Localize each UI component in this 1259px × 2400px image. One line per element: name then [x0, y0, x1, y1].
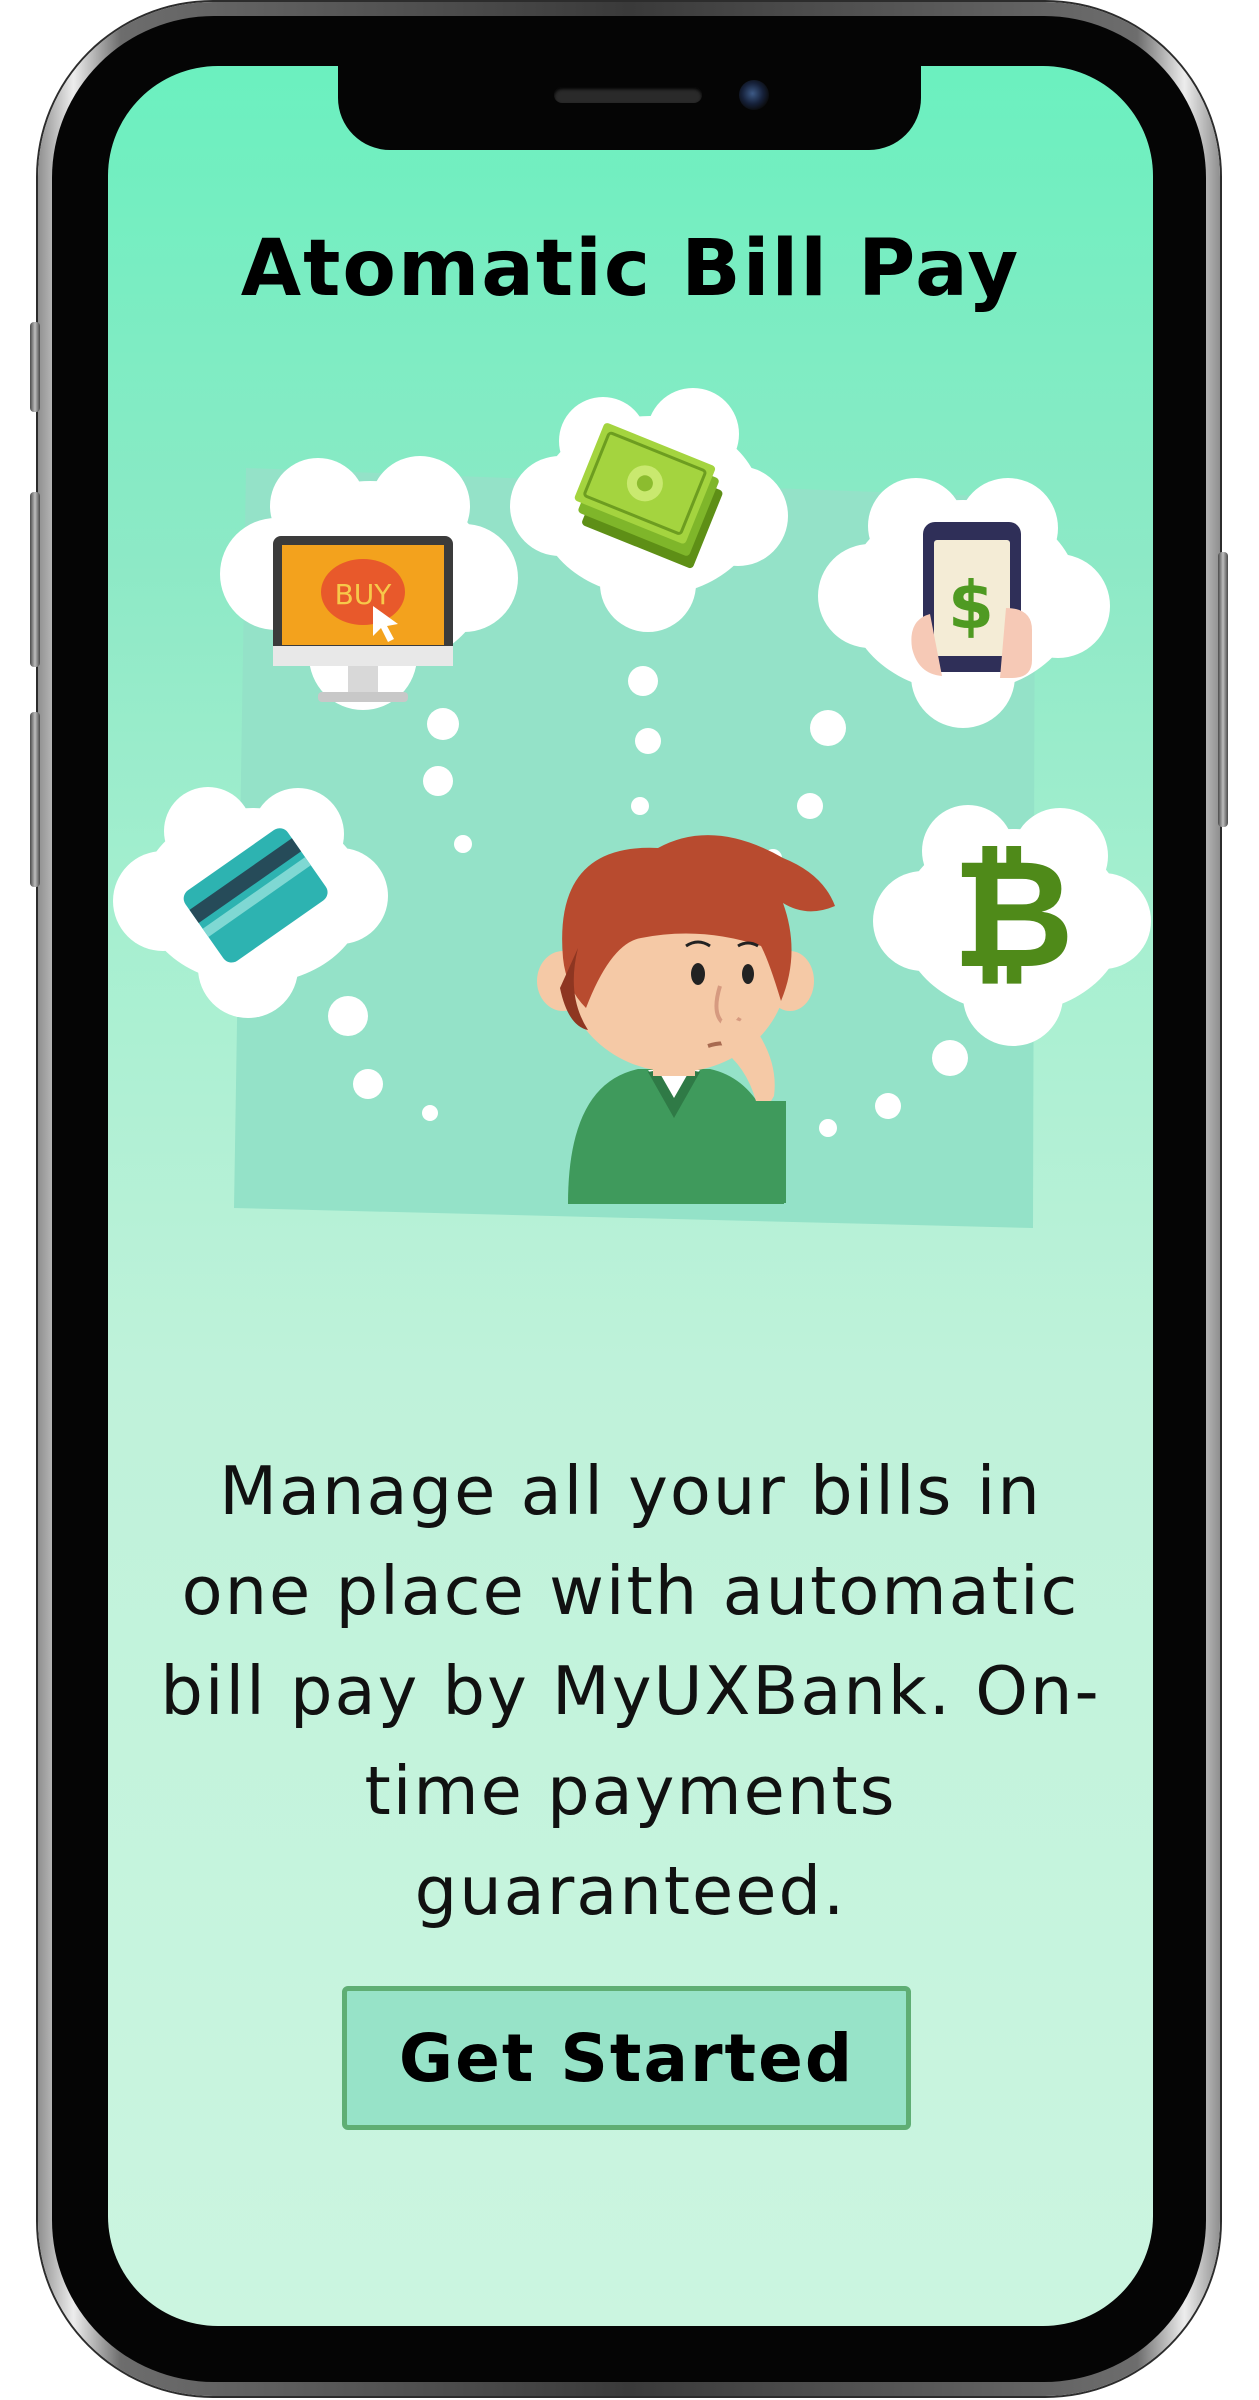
silent-switch	[30, 322, 40, 412]
volume-up-button	[30, 492, 40, 667]
description-text: Manage all your bills in one place with …	[160, 1452, 1101, 1930]
svg-text:BUY: BUY	[335, 578, 393, 611]
speaker-grille	[554, 87, 702, 103]
power-button	[1218, 552, 1228, 827]
get-started-button[interactable]: Get Started	[342, 1986, 911, 2130]
bill-pay-illustration: BUY $ ₿	[113, 388, 1151, 1228]
volume-down-button	[30, 712, 40, 887]
notch	[338, 66, 921, 150]
front-camera	[739, 80, 769, 110]
page-title: Atomatic Bill Pay	[240, 224, 1021, 314]
phone-payment-icon: $	[911, 522, 1032, 678]
app-screen: Atomatic Bill Pay BUY $ ₿ Manage all you…	[108, 66, 1153, 2326]
svg-text:$: $	[948, 567, 994, 644]
bitcoin-icon: ₿	[952, 828, 1074, 1002]
